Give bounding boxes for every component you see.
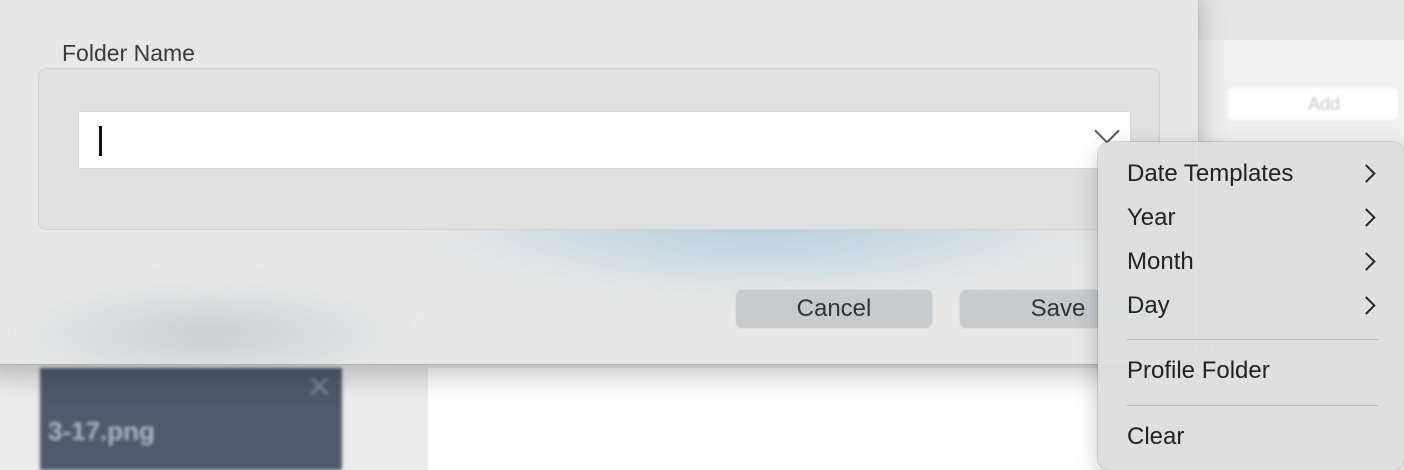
- menu-item-month[interactable]: Month: [1098, 242, 1404, 282]
- add-button[interactable]: Add: [1228, 88, 1398, 120]
- close-icon[interactable]: ✕: [307, 370, 332, 405]
- menu-item-label: Profile Folder: [1127, 357, 1270, 384]
- file-thumbnail[interactable]: ✕ 3-17.png: [40, 368, 342, 470]
- menu-item-year[interactable]: Year: [1098, 198, 1404, 238]
- menu-item-label: Clear: [1127, 423, 1185, 450]
- thumbnail-filename: 3-17.png: [48, 416, 155, 446]
- menu-item-profile-folder[interactable]: Profile Folder: [1098, 351, 1404, 391]
- folder-name-dialog: Folder Name Cancel Save: [0, 0, 1198, 364]
- chevron-down-icon[interactable]: [1094, 118, 1120, 144]
- chevron-right-icon: [1357, 164, 1376, 183]
- chevron-right-icon: [1357, 208, 1376, 227]
- text-caret: [99, 126, 102, 156]
- menu-item-label: Year: [1127, 204, 1176, 231]
- menu-item-label: Month: [1127, 248, 1194, 275]
- cancel-button[interactable]: Cancel: [736, 290, 932, 328]
- menu-item-label: Date Templates: [1127, 160, 1294, 187]
- menu-item-day[interactable]: Day: [1098, 286, 1404, 326]
- folder-name-options-menu: Date Templates Year Month Day Profile Fo…: [1098, 142, 1404, 470]
- folder-name-input[interactable]: [78, 111, 1131, 169]
- chevron-right-icon: [1357, 296, 1376, 315]
- menu-item-label: Day: [1127, 292, 1170, 319]
- background-toolbar: [1180, 0, 1404, 40]
- menu-separator: [1127, 405, 1378, 406]
- dialog-shadow-glow: [0, 280, 420, 364]
- menu-item-clear[interactable]: Clear: [1098, 417, 1404, 457]
- folder-name-label: Folder Name: [62, 40, 195, 66]
- menu-separator: [1127, 339, 1378, 340]
- menu-item-date-templates[interactable]: Date Templates: [1098, 154, 1404, 194]
- chevron-right-icon: [1357, 252, 1376, 271]
